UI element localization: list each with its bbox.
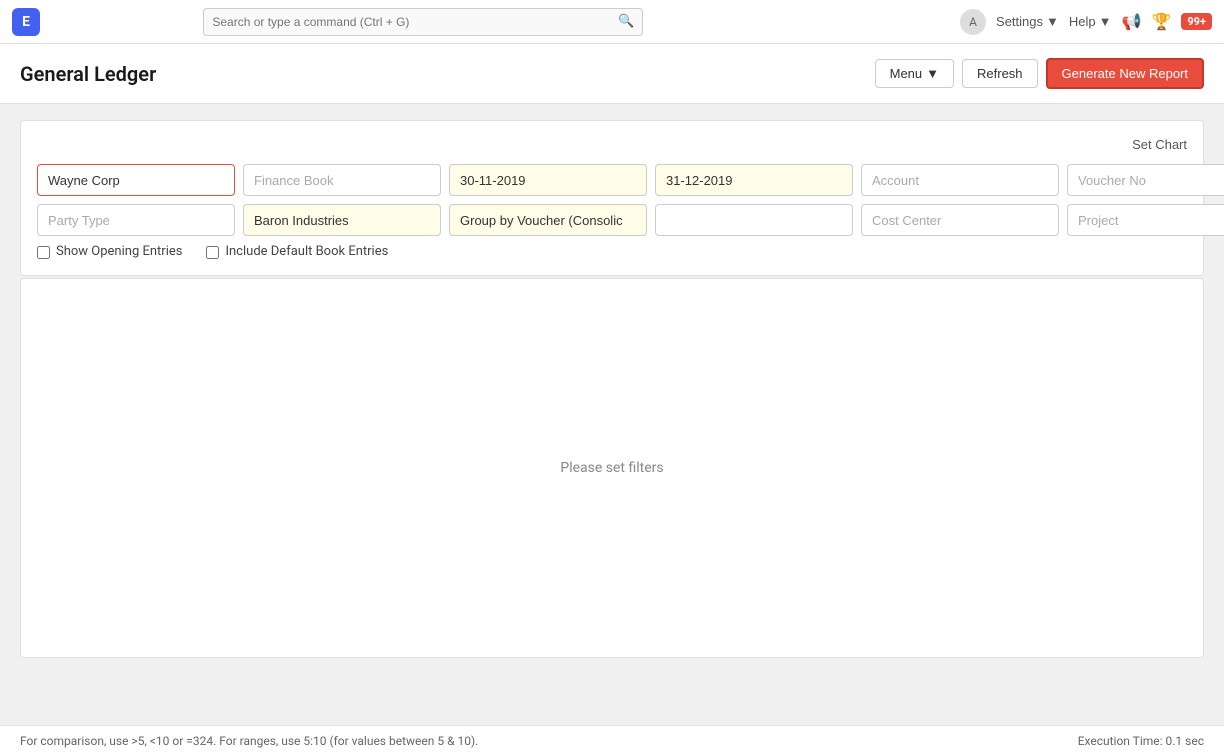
show-opening-entries-checkbox[interactable] [37, 246, 50, 259]
group-by-input[interactable] [449, 204, 647, 236]
page-actions: Menu ▼ Refresh Generate New Report [875, 58, 1204, 89]
search-bar[interactable]: 🔍 [203, 8, 643, 36]
party-type-input[interactable] [37, 204, 235, 236]
party-input[interactable] [243, 204, 441, 236]
data-placeholder: Please set filters [560, 460, 663, 476]
avatar[interactable]: A [960, 9, 986, 35]
notification-badge[interactable]: 99+ [1181, 13, 1212, 30]
trophy-icon[interactable]: 🏆 [1151, 12, 1171, 31]
refresh-button[interactable]: Refresh [962, 59, 1038, 88]
cost-center-input[interactable] [861, 204, 1059, 236]
to-date-input[interactable] [655, 164, 853, 196]
include-default-book-label[interactable]: Include Default Book Entries [206, 244, 388, 259]
data-area: Please set filters [20, 278, 1204, 658]
page-header: General Ledger Menu ▼ Refresh Generate N… [0, 44, 1224, 104]
megaphone-icon[interactable]: 📢 [1122, 12, 1142, 31]
filter-row-1 [37, 164, 1187, 196]
navbar-right: A Settings ▼ Help ▼ 📢 🏆 99+ [960, 9, 1212, 35]
company-input[interactable] [37, 164, 235, 196]
account-input[interactable] [861, 164, 1059, 196]
navbar: E 🔍 A Settings ▼ Help ▼ 📢 🏆 99+ [0, 0, 1224, 44]
page-title: General Ledger [20, 62, 156, 86]
footer-hint: For comparison, use >5, <10 or =324. For… [20, 734, 478, 748]
main-content: Set Chart Show Opening Entries [0, 104, 1224, 674]
app-logo[interactable]: E [12, 8, 40, 36]
voucher-no-input[interactable] [1067, 164, 1224, 196]
page-footer: For comparison, use >5, <10 or =324. For… [0, 725, 1224, 756]
project-input[interactable] [1067, 204, 1224, 236]
search-icon: 🔍 [618, 14, 634, 29]
settings-button[interactable]: Settings ▼ [996, 14, 1059, 29]
show-opening-entries-label[interactable]: Show Opening Entries [37, 244, 182, 259]
from-date-input[interactable] [449, 164, 647, 196]
set-chart-button[interactable]: Set Chart [1132, 137, 1187, 152]
filter-row-2 [37, 204, 1187, 236]
finance-book-input[interactable] [243, 164, 441, 196]
filter-box-header: Set Chart [37, 137, 1187, 152]
menu-button[interactable]: Menu ▼ [875, 59, 954, 88]
include-default-book-checkbox[interactable] [206, 246, 219, 259]
generate-report-button[interactable]: Generate New Report [1046, 58, 1204, 89]
filter-box: Set Chart Show Opening Entries [20, 120, 1204, 276]
search-input[interactable] [212, 15, 618, 29]
against-voucher-input[interactable] [655, 204, 853, 236]
execution-time: Execution Time: 0.1 sec [1078, 734, 1204, 748]
help-button[interactable]: Help ▼ [1069, 14, 1112, 29]
checkbox-row: Show Opening Entries Include Default Boo… [37, 244, 1187, 259]
